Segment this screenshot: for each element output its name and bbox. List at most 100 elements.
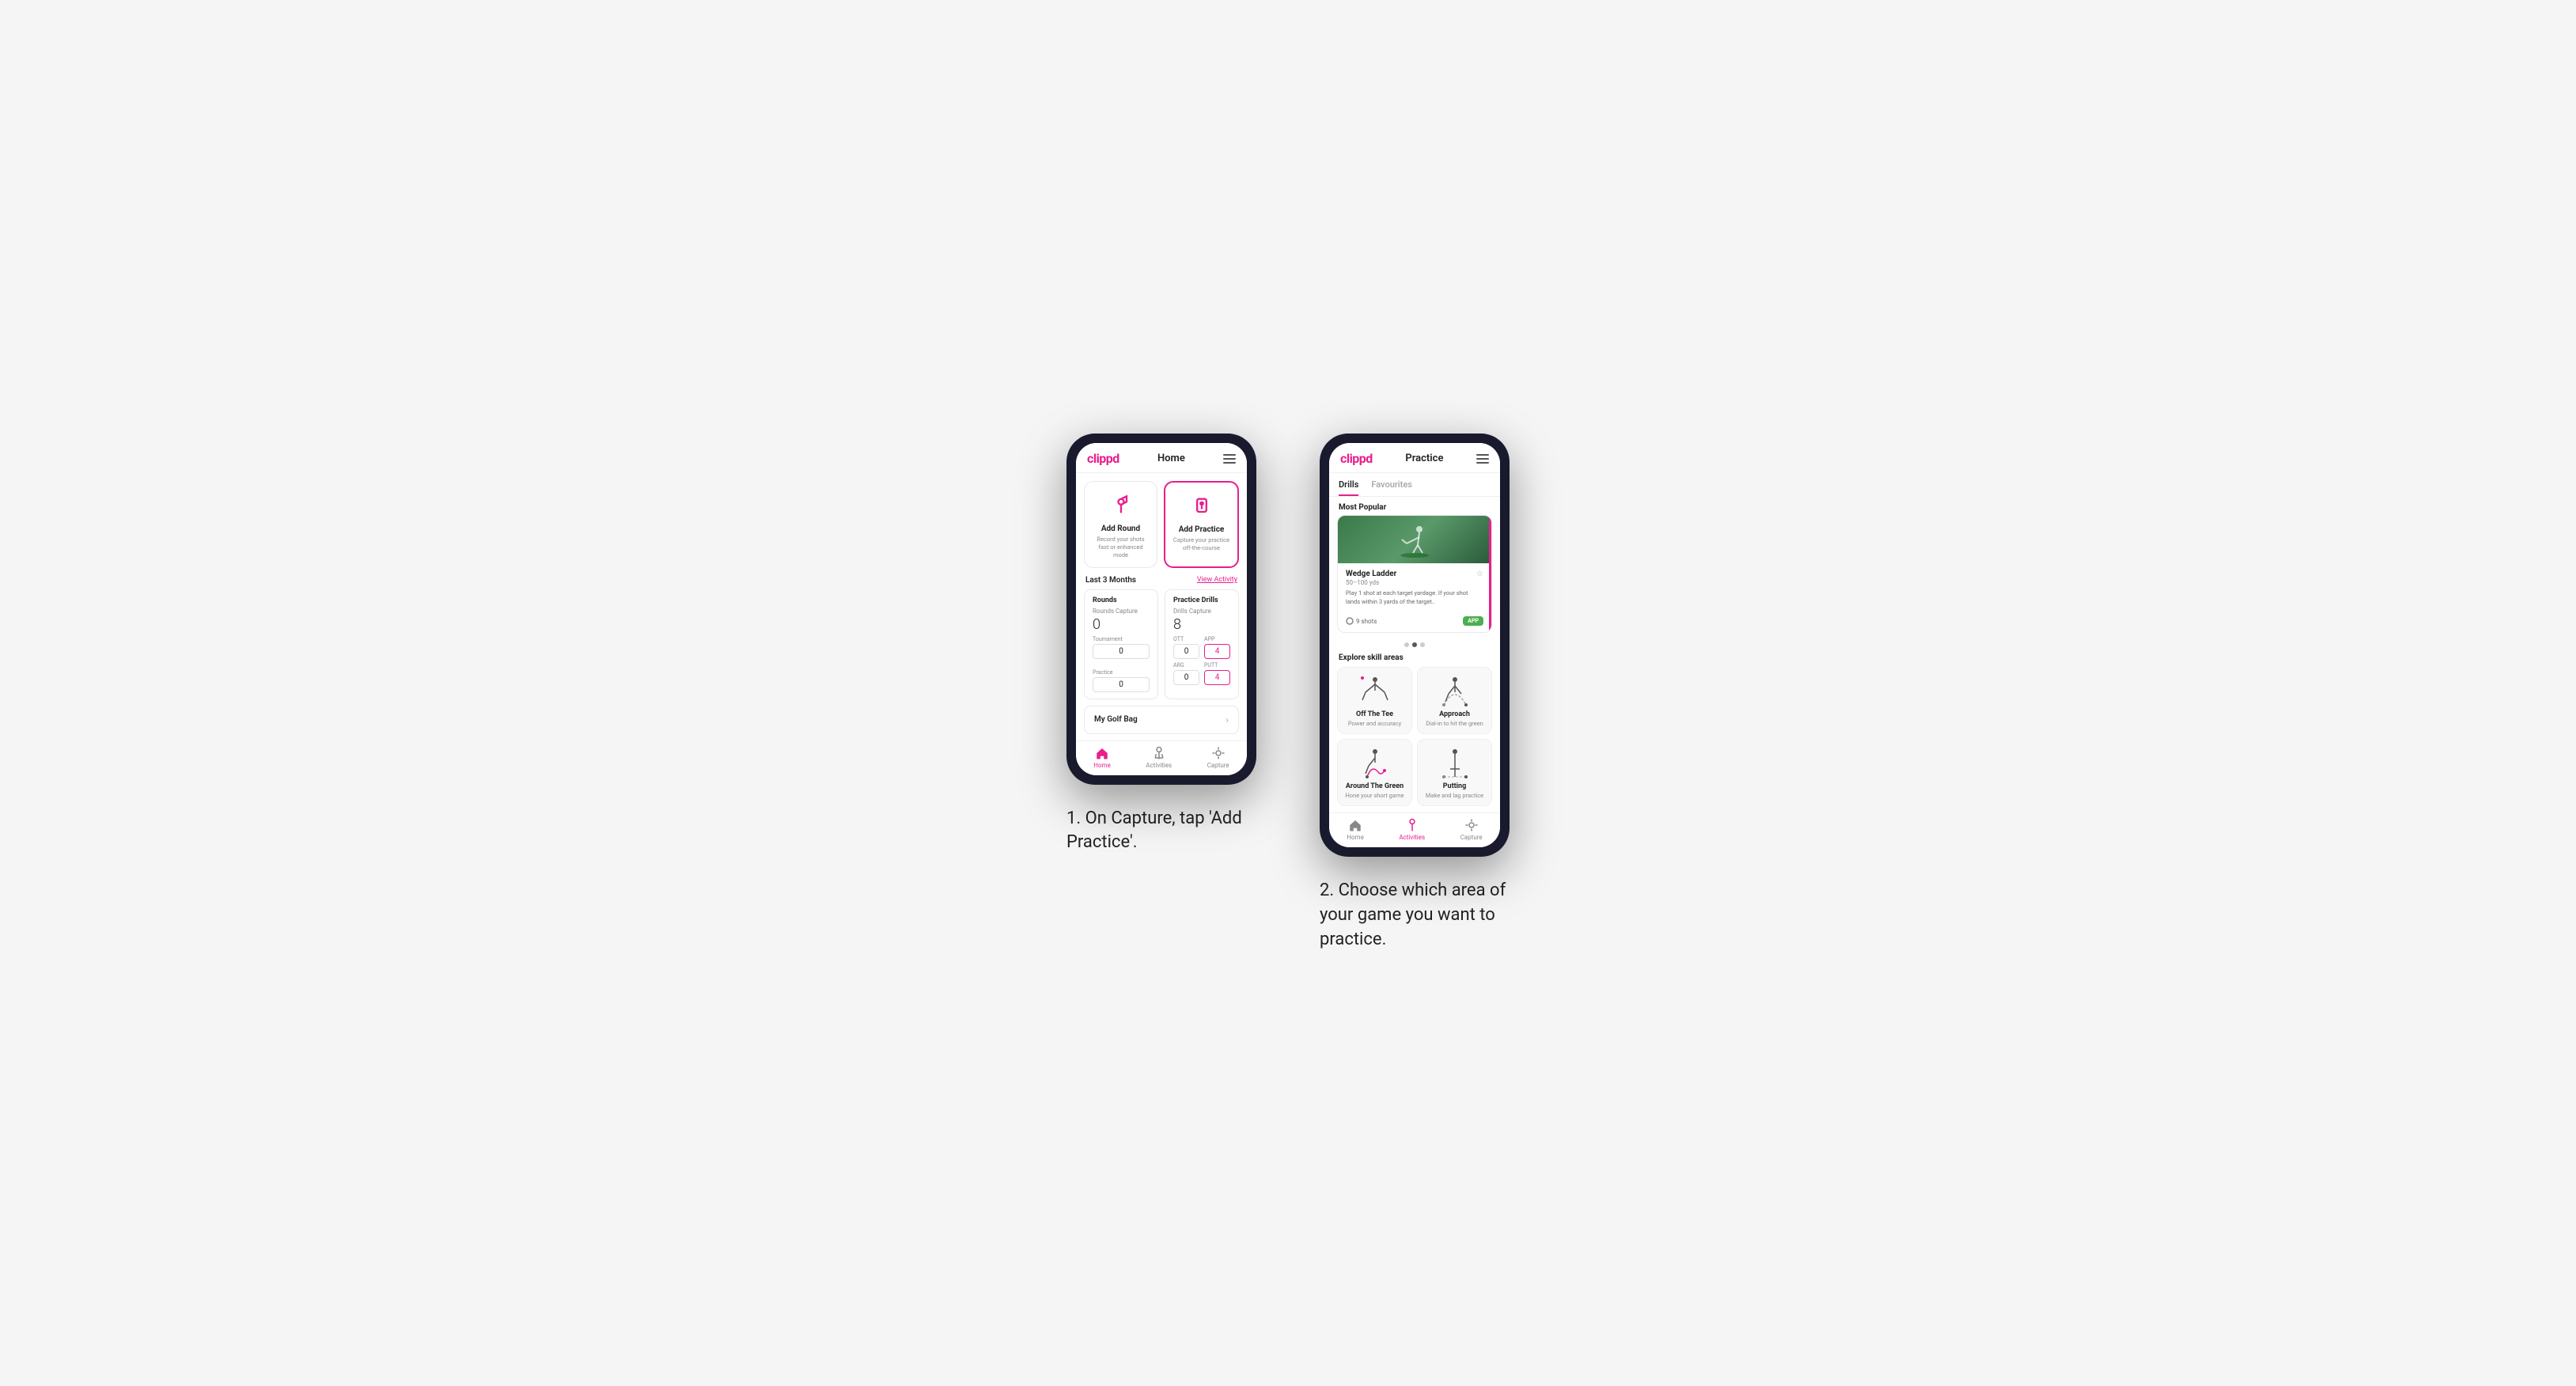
tabs-bar: Drills Favourites (1329, 473, 1500, 497)
section-title: Last 3 Months (1085, 576, 1136, 585)
app-header-1: clippd Home (1076, 443, 1247, 473)
featured-image (1338, 516, 1491, 563)
tournament-value: 0 (1093, 644, 1150, 659)
approach-subtitle: Dial-in to hit the green (1426, 720, 1483, 727)
skill-off-the-tee[interactable]: Off The Tee Power and accuracy (1337, 667, 1412, 734)
off-the-tee-title: Off The Tee (1356, 710, 1393, 718)
capture-icon-2 (1464, 818, 1479, 832)
dot-3 (1420, 642, 1425, 647)
nav-activities-label-2: Activities (1399, 834, 1425, 841)
drills-capture-label: Drills Capture (1173, 608, 1230, 615)
logo-2: clippd (1340, 451, 1373, 466)
hamburger-menu-1[interactable] (1223, 454, 1236, 464)
nav-capture-1[interactable]: Capture (1207, 746, 1229, 769)
app-header-2: clippd Practice (1329, 443, 1500, 473)
drills-value: 8 (1173, 616, 1230, 633)
nav-capture-label-2: Capture (1460, 834, 1483, 841)
skill-grid: Off The Tee Power and accuracy (1329, 667, 1500, 812)
drills-sub-stats: OTT 0 APP 4 (1173, 636, 1230, 659)
phone-2-screen: clippd Practice Drills Favourites Most P… (1329, 443, 1500, 847)
carousel-dots (1329, 639, 1500, 650)
app-stat: APP 4 (1204, 636, 1230, 659)
home-icon-2 (1347, 818, 1363, 832)
around-the-green-title: Around The Green (1346, 782, 1404, 790)
skill-approach[interactable]: Approach Dial-in to hit the green (1417, 667, 1492, 734)
pink-accent-bar (1489, 516, 1491, 632)
ott-label: OTT (1173, 636, 1199, 642)
nav-home-2[interactable]: Home (1347, 818, 1364, 841)
featured-title: Wedge Ladder (1346, 570, 1396, 578)
add-practice-card[interactable]: Add Practice Capture your practice off-t… (1164, 481, 1239, 567)
screenshot-1-container: clippd Home (1066, 434, 1256, 855)
add-practice-title: Add Practice (1179, 525, 1225, 534)
screenshot-2-container: clippd Practice Drills Favourites Most P… (1320, 434, 1510, 952)
nav-home-label-2: Home (1347, 834, 1364, 841)
practice-value: 0 (1093, 677, 1150, 692)
practice-drills-title: Practice Drills (1173, 596, 1230, 604)
activities-icon-2 (1404, 818, 1420, 832)
skill-around-the-green[interactable]: Around The Green Hone your short game (1337, 739, 1412, 806)
phone-1-screen: clippd Home (1076, 443, 1247, 774)
header-title-1: Home (1157, 453, 1185, 464)
practice-drills-stat-box: Practice Drills Drills Capture 8 OTT 0 A… (1165, 589, 1239, 699)
approach-icon (1438, 676, 1472, 707)
arg-stat: ARG 0 (1173, 662, 1199, 685)
caption-1: 1. On Capture, tap 'Add Practice'. (1066, 807, 1256, 856)
featured-description: Play 1 shot at each target yardage. If y… (1346, 589, 1483, 606)
rounds-sub-stats: Tournament 0 (1093, 636, 1150, 659)
around-the-green-subtitle: Hone your short game (1345, 792, 1404, 799)
nav-activities-1[interactable]: Activities (1146, 746, 1172, 769)
putt-value: 4 (1204, 670, 1230, 685)
nav-capture-label-1: Capture (1207, 762, 1229, 769)
add-round-subtitle: Record your shots fast or enhanced mode (1091, 536, 1150, 559)
nav-capture-2[interactable]: Capture (1460, 818, 1483, 841)
nav-home-1[interactable]: Home (1093, 746, 1111, 769)
star-icon[interactable]: ☆ (1476, 570, 1483, 578)
rounds-capture-label: Rounds Capture (1093, 608, 1150, 615)
putting-subtitle: Make and lag practice (1426, 792, 1483, 799)
chevron-right-icon: › (1225, 714, 1229, 725)
app-badge: APP (1463, 616, 1483, 626)
featured-card[interactable]: Wedge Ladder 50–100 yds ☆ Play 1 shot at… (1337, 515, 1492, 633)
add-round-title: Add Round (1101, 524, 1140, 533)
dot-1 (1404, 642, 1409, 647)
app-label: APP (1204, 636, 1230, 642)
add-practice-subtitle: Capture your practice off-the-course (1172, 536, 1231, 552)
arg-putt-stats: ARG 0 PUTT 4 (1173, 662, 1230, 685)
rounds-title: Rounds (1093, 596, 1150, 604)
phone-2: clippd Practice Drills Favourites Most P… (1320, 434, 1510, 857)
dot-2 (1412, 642, 1417, 647)
putting-icon (1438, 748, 1472, 779)
arg-value: 0 (1173, 670, 1199, 685)
flag-icon (1107, 491, 1135, 520)
around-the-green-icon (1358, 748, 1392, 779)
featured-info: Wedge Ladder 50–100 yds ☆ Play 1 shot at… (1338, 563, 1491, 612)
hamburger-menu-2[interactable] (1476, 454, 1489, 464)
tab-favourites[interactable]: Favourites (1371, 473, 1412, 496)
bottom-nav-2: Home Activities (1329, 812, 1500, 847)
tournament-stat: Tournament 0 (1093, 636, 1150, 659)
activities-icon-1 (1151, 746, 1167, 760)
my-golf-bag-label: My Golf Bag (1094, 715, 1138, 724)
featured-yardage: 50–100 yds (1346, 579, 1396, 586)
action-cards: Add Round Record your shots fast or enha… (1076, 473, 1247, 567)
home-icon-1 (1094, 746, 1110, 760)
app-value: 4 (1204, 644, 1230, 659)
section-header: Last 3 Months View Activity (1076, 568, 1247, 589)
practice-label: Practice (1093, 669, 1113, 676)
featured-footer: 9 shots APP (1338, 612, 1491, 632)
caption-2: 2. Choose which area of your game you wa… (1320, 879, 1510, 952)
most-popular-label: Most Popular (1329, 497, 1500, 515)
tab-drills[interactable]: Drills (1339, 473, 1358, 496)
my-golf-bag[interactable]: My Golf Bag › (1084, 706, 1239, 734)
view-activity-link[interactable]: View Activity (1197, 576, 1237, 584)
bottom-nav-1: Home Activities (1076, 740, 1247, 775)
nav-activities-2[interactable]: Activities (1399, 818, 1425, 841)
shots-count: 9 shots (1346, 617, 1377, 625)
stats-row: Rounds Rounds Capture 0 Tournament 0 Pra… (1076, 589, 1247, 699)
off-the-tee-icon (1358, 676, 1392, 707)
add-round-card[interactable]: Add Round Record your shots fast or enha… (1084, 481, 1157, 567)
approach-title: Approach (1439, 710, 1470, 718)
header-title-2: Practice (1405, 453, 1443, 464)
skill-putting[interactable]: Putting Make and lag practice (1417, 739, 1492, 806)
